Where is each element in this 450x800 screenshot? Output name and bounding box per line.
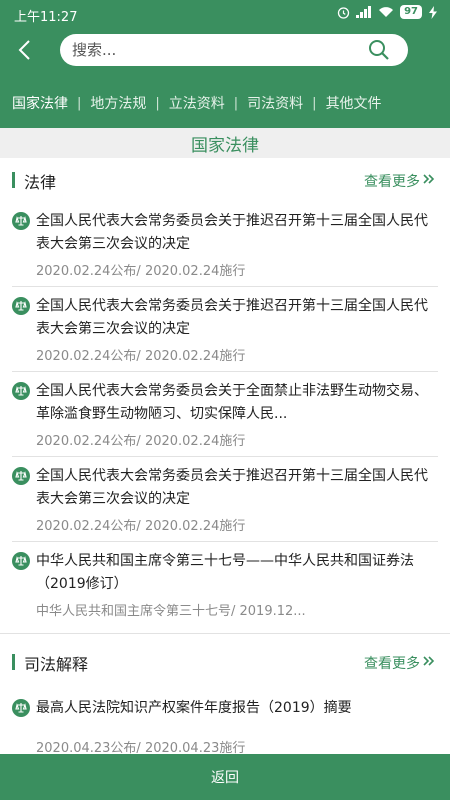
search-input[interactable]: [72, 34, 362, 66]
section-title: 国家法律: [191, 135, 259, 156]
view-more-link[interactable]: 查看更多: [364, 171, 420, 191]
tab-divider: |: [312, 95, 317, 111]
section-title-bar: 国家法律: [0, 128, 450, 158]
item-meta: 2020.02.24公布/ 2020.02.24施行: [36, 349, 246, 364]
back-footer-button[interactable]: 返回: [0, 754, 450, 800]
scales-icon: [12, 212, 30, 230]
search-box[interactable]: [60, 34, 408, 66]
category-header-law: 法律 查看更多: [0, 158, 450, 202]
chevron-left-icon: [18, 40, 30, 60]
list-item[interactable]: 中华人民共和国主席令第三十七号——中华人民共和国证券法（2019修订） 中华人民…: [12, 542, 438, 627]
category-marker: [12, 172, 15, 188]
app-header: 上午11:27 97 国家法律 | 地方法规 | 立法资料 | 司法资料 | 其…: [0, 0, 450, 128]
item-title: 全国人民代表大会常务委员会关于推迟召开第十三届全国人民代表大会第三次会议的决定: [36, 213, 428, 252]
item-meta: 中华人民共和国主席令第三十七号/ 2019.12...: [36, 604, 306, 619]
status-icons: 97: [337, 5, 438, 19]
view-more-link[interactable]: 查看更多: [364, 653, 420, 673]
search-icon[interactable]: [368, 39, 390, 61]
list-item[interactable]: 全国人民代表大会常务委员会关于推迟召开第十三届全国人民代表大会第三次会议的决定 …: [12, 287, 438, 372]
double-chevron-right-icon[interactable]: [422, 654, 436, 668]
tab-divider: |: [77, 95, 82, 111]
item-meta: 2020.02.24公布/ 2020.02.24施行: [36, 434, 246, 449]
category-label: 司法解释: [24, 655, 89, 674]
scales-icon: [12, 552, 30, 570]
status-time: 上午11:27: [14, 10, 78, 25]
item-meta: 2020.02.24公布/ 2020.02.24施行: [36, 519, 246, 534]
item-title: 全国人民代表大会常务委员会关于全面禁止非法野生动物交易、革除滥食野生动物陋习、切…: [36, 383, 428, 422]
scales-icon: [12, 699, 30, 717]
category-label: 法律: [24, 173, 57, 192]
list-item[interactable]: 全国人民代表大会常务委员会关于推迟召开第十三届全国人民代表大会第三次会议的决定 …: [12, 202, 438, 287]
category-marker: [12, 654, 15, 670]
back-button[interactable]: [10, 34, 40, 66]
tab-local-regulations[interactable]: 地方法规: [90, 93, 146, 113]
double-chevron-right-icon[interactable]: [422, 172, 436, 186]
status-bar: 上午11:27 97: [0, 0, 450, 28]
item-title: 全国人民代表大会常务委员会关于推迟召开第十三届全国人民代表大会第三次会议的决定: [36, 298, 428, 337]
category-header-judicial: 司法解释 查看更多: [0, 633, 450, 689]
back-label: 返回: [211, 770, 239, 786]
item-meta: 2020.02.24公布/ 2020.02.24施行: [36, 264, 246, 279]
wifi-icon: [379, 7, 394, 17]
scales-icon: [12, 382, 30, 400]
item-title: 最高人民法院知识产权案件年度报告（2019）摘要: [36, 700, 352, 716]
signal-icon: [356, 6, 372, 18]
item-title: 中华人民共和国主席令第三十七号——中华人民共和国证券法（2019修订）: [36, 553, 414, 592]
category-tabs: 国家法律 | 地方法规 | 立法资料 | 司法资料 | 其他文件: [0, 88, 450, 118]
item-title: 全国人民代表大会常务委员会关于推迟召开第十三届全国人民代表大会第三次会议的决定: [36, 468, 428, 507]
tab-judicial-materials[interactable]: 司法资料: [247, 93, 303, 113]
list-item[interactable]: 最高人民法院知识产权案件年度报告（2019）摘要 2020.04.23公布/ 2…: [12, 689, 438, 754]
list-item[interactable]: 全国人民代表大会常务委员会关于全面禁止非法野生动物交易、革除滥食野生动物陋习、切…: [12, 372, 438, 457]
content-list: 法律 查看更多 全国人民代表大会常务委员会关于推迟召开第十三届全国人民代表大会第…: [0, 158, 450, 754]
charging-icon: [429, 5, 437, 19]
tab-national-law[interactable]: 国家法律: [12, 93, 68, 113]
item-meta: 2020.04.23公布/ 2020.04.23施行: [36, 741, 246, 754]
alarm-icon: [337, 6, 350, 19]
tab-divider: |: [233, 95, 239, 111]
tab-divider: |: [155, 95, 160, 111]
tab-other-documents[interactable]: 其他文件: [326, 93, 382, 113]
battery-level: 97: [400, 5, 422, 19]
scales-icon: [12, 467, 30, 485]
list-item[interactable]: 全国人民代表大会常务委员会关于推迟召开第十三届全国人民代表大会第三次会议的决定 …: [12, 457, 438, 542]
tab-legislative-materials[interactable]: 立法资料: [169, 93, 225, 113]
scales-icon: [12, 297, 30, 315]
